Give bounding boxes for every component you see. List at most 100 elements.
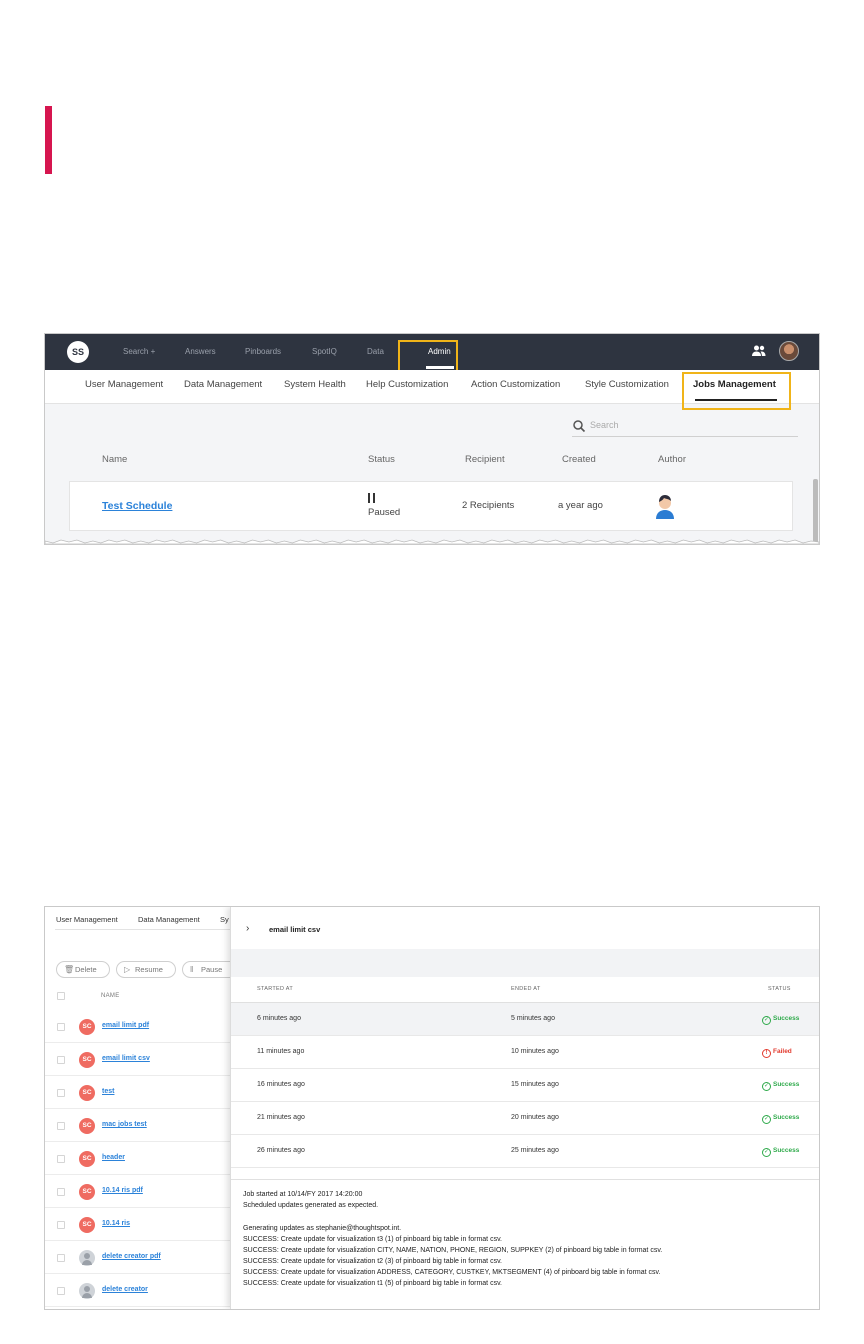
run-ended: 25 minutes ago <box>511 1147 559 1154</box>
subnav-style-customization[interactable]: Style Customization <box>585 370 669 404</box>
list-item[interactable]: SC test <box>45 1076 230 1109</box>
header-status[interactable]: STATUS <box>768 986 791 992</box>
trash-icon: 🗑 <box>64 965 75 974</box>
log-line: Scheduled updates generated as expected. <box>243 1202 379 1209</box>
job-name-link[interactable]: header <box>102 1154 125 1161</box>
subnav-data-management[interactable]: Data Management <box>138 915 200 924</box>
status-label: Success <box>773 1081 800 1088</box>
row-checkbox[interactable] <box>57 1089 65 1097</box>
delete-label: Delete <box>75 965 97 974</box>
admin-highlight-box <box>398 340 458 374</box>
subnav-user-management[interactable]: User Management <box>85 370 163 404</box>
status-success: ✓ Success <box>762 1147 799 1157</box>
detail-toolbar-band <box>231 949 819 977</box>
job-name-link[interactable]: 10.14 ris <box>102 1220 130 1227</box>
nav-answers[interactable]: Answers <box>185 334 216 370</box>
list-item[interactable]: SC mac jobs test <box>45 1109 230 1142</box>
nav-pinboards[interactable]: Pinboards <box>245 334 281 370</box>
header-started-at[interactable]: STARTED AT <box>257 986 293 992</box>
log-line: SUCCESS: Create update for visualization… <box>243 1258 502 1265</box>
run-row[interactable]: 6 minutes ago 5 minutes ago ✓ Success <box>231 1003 819 1036</box>
run-row[interactable]: 21 minutes ago 20 minutes ago ✓ Success <box>231 1102 819 1135</box>
pause-icon <box>368 493 376 503</box>
job-name-link[interactable]: email limit csv <box>102 1055 150 1062</box>
author-avatar-icon <box>656 495 674 519</box>
subnav-user-management[interactable]: User Management <box>56 915 118 924</box>
scrollbar[interactable] <box>813 479 818 544</box>
torn-edge <box>45 539 819 544</box>
list-item[interactable]: SC 10.14 ris <box>45 1208 230 1241</box>
resume-label: Resume <box>135 965 163 974</box>
status-label: Failed <box>773 1048 792 1055</box>
table-row[interactable]: Test Schedule Paused 2 Recipients a year… <box>69 481 793 531</box>
default-user-icon <box>79 1250 95 1266</box>
chevron-right-icon[interactable]: › <box>246 923 249 934</box>
run-row[interactable]: 11 minutes ago 10 minutes ago ! Failed <box>231 1036 819 1069</box>
owner-badge: SC <box>79 1217 95 1233</box>
subnav-system-health[interactable]: System Health <box>284 370 346 404</box>
select-all-checkbox[interactable] <box>57 992 65 1000</box>
run-row[interactable]: 26 minutes ago 25 minutes ago ✓ Success <box>231 1135 819 1168</box>
header-created[interactable]: Created <box>562 454 596 465</box>
name-column-header[interactable]: NAME <box>101 993 120 999</box>
search-input[interactable]: Search <box>572 417 798 437</box>
job-name-link[interactable]: test <box>102 1088 114 1095</box>
run-started: 6 minutes ago <box>257 1015 301 1022</box>
nav-data[interactable]: Data <box>367 334 384 370</box>
status-label: Success <box>773 1114 800 1121</box>
list-item[interactable]: SC email limit csv <box>45 1043 230 1076</box>
log-divider <box>231 1179 819 1180</box>
log-line: SUCCESS: Create update for visualization… <box>243 1236 502 1243</box>
app-logo[interactable]: SS <box>67 341 89 363</box>
nav-spotiq[interactable]: SpotIQ <box>312 334 337 370</box>
subnav-divider <box>55 929 230 930</box>
row-checkbox[interactable] <box>57 1155 65 1163</box>
subnav-action-customization[interactable]: Action Customization <box>471 370 560 404</box>
jobs-list-panel: User Management Data Management Sy 🗑 Dele… <box>45 907 238 1309</box>
log-line: SUCCESS: Create update for visualization… <box>243 1269 661 1276</box>
list-item[interactable]: delete creator <box>45 1274 230 1307</box>
alert-circle-icon: ! <box>762 1049 771 1058</box>
row-checkbox[interactable] <box>57 1188 65 1196</box>
header-ended-at[interactable]: ENDED AT <box>511 986 541 992</box>
schedule-name-link[interactable]: Test Schedule <box>102 500 172 512</box>
header-status[interactable]: Status <box>368 454 395 465</box>
row-checkbox[interactable] <box>57 1221 65 1229</box>
row-checkbox[interactable] <box>57 1023 65 1031</box>
status-success: ✓ Success <box>762 1081 799 1091</box>
list-item[interactable]: SC 10.14 ris pdf <box>45 1175 230 1208</box>
nav-search[interactable]: Search + <box>123 334 155 370</box>
job-name-link[interactable]: 10.14 ris pdf <box>102 1187 143 1194</box>
header-name[interactable]: Name <box>102 454 127 465</box>
job-detail-title: email limit csv <box>269 925 321 934</box>
accent-bar <box>45 106 52 174</box>
run-row[interactable]: 16 minutes ago 15 minutes ago ✓ Success <box>231 1069 819 1102</box>
job-name-link[interactable]: delete creator pdf <box>102 1253 161 1260</box>
delete-button[interactable]: 🗑 Delete <box>56 961 110 978</box>
job-name-link[interactable]: mac jobs test <box>102 1121 147 1128</box>
header-recipient[interactable]: Recipient <box>465 454 505 465</box>
row-checkbox[interactable] <box>57 1122 65 1130</box>
list-item[interactable]: SC email limit pdf <box>45 1010 230 1043</box>
recipient-count: 2 Recipients <box>462 500 515 511</box>
job-detail-screenshot: User Management Data Management Sy 🗑 Dele… <box>44 906 820 1310</box>
row-checkbox[interactable] <box>57 1287 65 1295</box>
row-checkbox[interactable] <box>57 1056 65 1064</box>
subnav-data-management[interactable]: Data Management <box>184 370 262 404</box>
default-user-icon <box>79 1283 95 1299</box>
resume-button[interactable]: ▷ Resume <box>116 961 176 978</box>
status-label: Success <box>773 1147 800 1154</box>
subnav-help-customization[interactable]: Help Customization <box>366 370 448 404</box>
owner-badge: SC <box>79 1118 95 1134</box>
list-item[interactable]: delete creator pdf <box>45 1241 230 1274</box>
list-item[interactable]: SC header <box>45 1142 230 1175</box>
header-author[interactable]: Author <box>658 454 686 465</box>
job-name-link[interactable]: delete creator <box>102 1286 148 1293</box>
job-name-link[interactable]: email limit pdf <box>102 1022 149 1029</box>
user-avatar[interactable] <box>779 341 799 361</box>
jobs-highlight-box <box>682 372 791 410</box>
subnav-truncated[interactable]: Sy <box>220 915 229 924</box>
row-checkbox[interactable] <box>57 1254 65 1262</box>
people-icon[interactable] <box>751 343 767 359</box>
run-ended: 15 minutes ago <box>511 1081 559 1088</box>
